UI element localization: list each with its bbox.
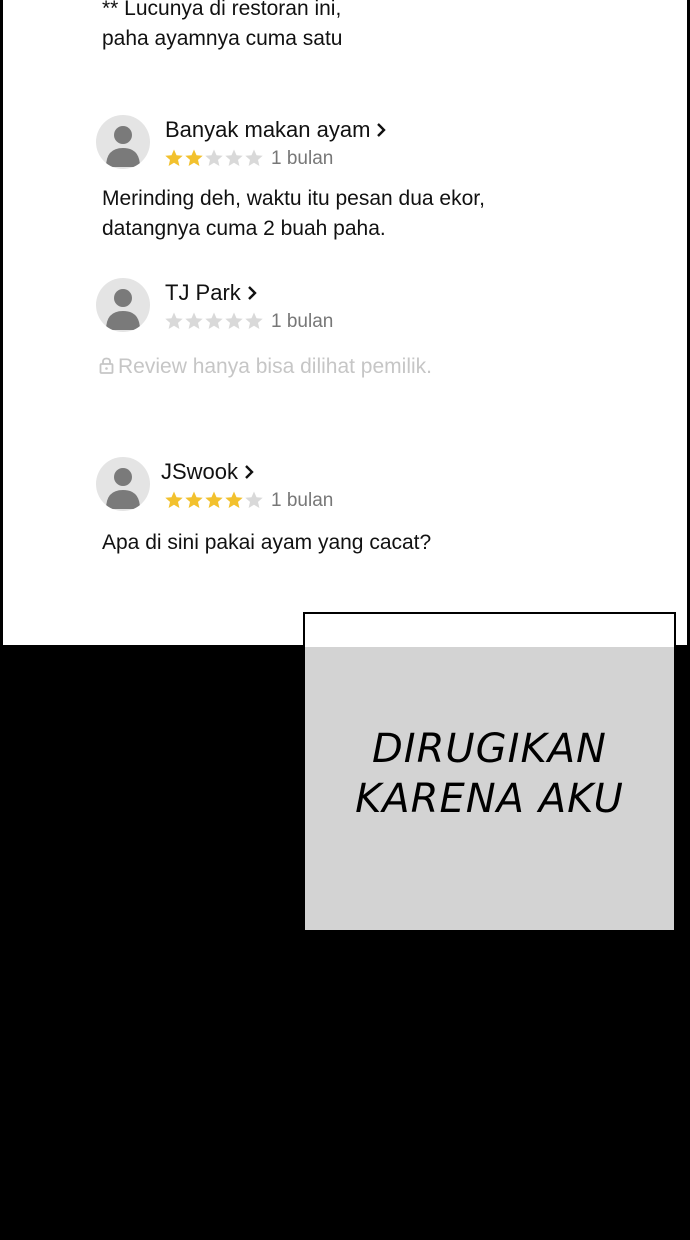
star-empty-icon xyxy=(224,148,244,168)
star-filled-icon xyxy=(184,148,204,168)
star-empty-icon xyxy=(244,148,264,168)
review-panel: ** Lucunya di restoran ini, paha ayamnya… xyxy=(3,0,687,645)
star-empty-icon xyxy=(244,311,264,331)
review-time: 1 bulan xyxy=(271,311,334,332)
chevron-right-icon xyxy=(247,281,257,307)
star-filled-icon xyxy=(224,490,244,510)
caption-line: KARENA AKU xyxy=(355,776,624,822)
star-filled-icon xyxy=(164,490,184,510)
star-rating xyxy=(164,490,264,515)
lock-icon xyxy=(99,356,114,380)
review-text: Merinding deh, waktu itu pesan dua ekor,… xyxy=(102,184,485,244)
reviewer-name-link[interactable]: TJ Park xyxy=(165,280,257,307)
review-text-line: Apa di sini pakai ayam yang cacat? xyxy=(102,531,432,554)
star-empty-icon xyxy=(244,490,264,510)
review-text: Apa di sini pakai ayam yang cacat? xyxy=(102,528,431,558)
user-avatar-icon[interactable] xyxy=(96,115,150,169)
intro-line: paha ayamnya cuma satu xyxy=(102,27,343,50)
star-empty-icon xyxy=(224,311,244,331)
caption-box-top-strip xyxy=(305,614,674,647)
private-review-note: Review hanya bisa dilihat pemilik. xyxy=(99,355,432,380)
chevron-right-icon xyxy=(244,460,254,486)
star-filled-icon xyxy=(164,148,184,168)
reviewer-name-link[interactable]: JSwook xyxy=(161,459,254,486)
review-text-line: Merinding deh, waktu itu pesan dua ekor, xyxy=(102,187,485,210)
chevron-right-icon xyxy=(376,118,387,144)
reviewer-name: JSwook xyxy=(161,459,239,484)
star-filled-icon xyxy=(204,490,224,510)
reviewer-name: Banyak makan ayam xyxy=(165,117,371,142)
private-note-text: Review hanya bisa dilihat pemilik. xyxy=(118,355,432,378)
reviewer-name: TJ Park xyxy=(165,280,241,305)
star-empty-icon xyxy=(204,148,224,168)
narration-caption: DIRUGIKAN KARENA AKU xyxy=(305,724,674,824)
intro-line: ** Lucunya di restoran ini, xyxy=(102,0,342,20)
review-time: 1 bulan xyxy=(271,490,334,511)
star-rating xyxy=(164,148,264,173)
user-avatar-icon[interactable] xyxy=(96,457,150,511)
star-filled-icon xyxy=(184,490,204,510)
user-avatar-icon[interactable] xyxy=(96,278,150,332)
intro-comment: ** Lucunya di restoran ini, paha ayamnya… xyxy=(102,0,342,54)
review-time: 1 bulan xyxy=(271,148,334,169)
star-empty-icon xyxy=(164,311,184,331)
star-empty-icon xyxy=(184,311,204,331)
star-rating xyxy=(164,311,264,336)
caption-line: DIRUGIKAN xyxy=(372,726,607,772)
star-empty-icon xyxy=(204,311,224,331)
reviewer-name-link[interactable]: Banyak makan ayam xyxy=(165,117,387,144)
caption-box: DIRUGIKAN KARENA AKU xyxy=(303,612,676,932)
review-text-line: datangnya cuma 2 buah paha. xyxy=(102,217,386,240)
